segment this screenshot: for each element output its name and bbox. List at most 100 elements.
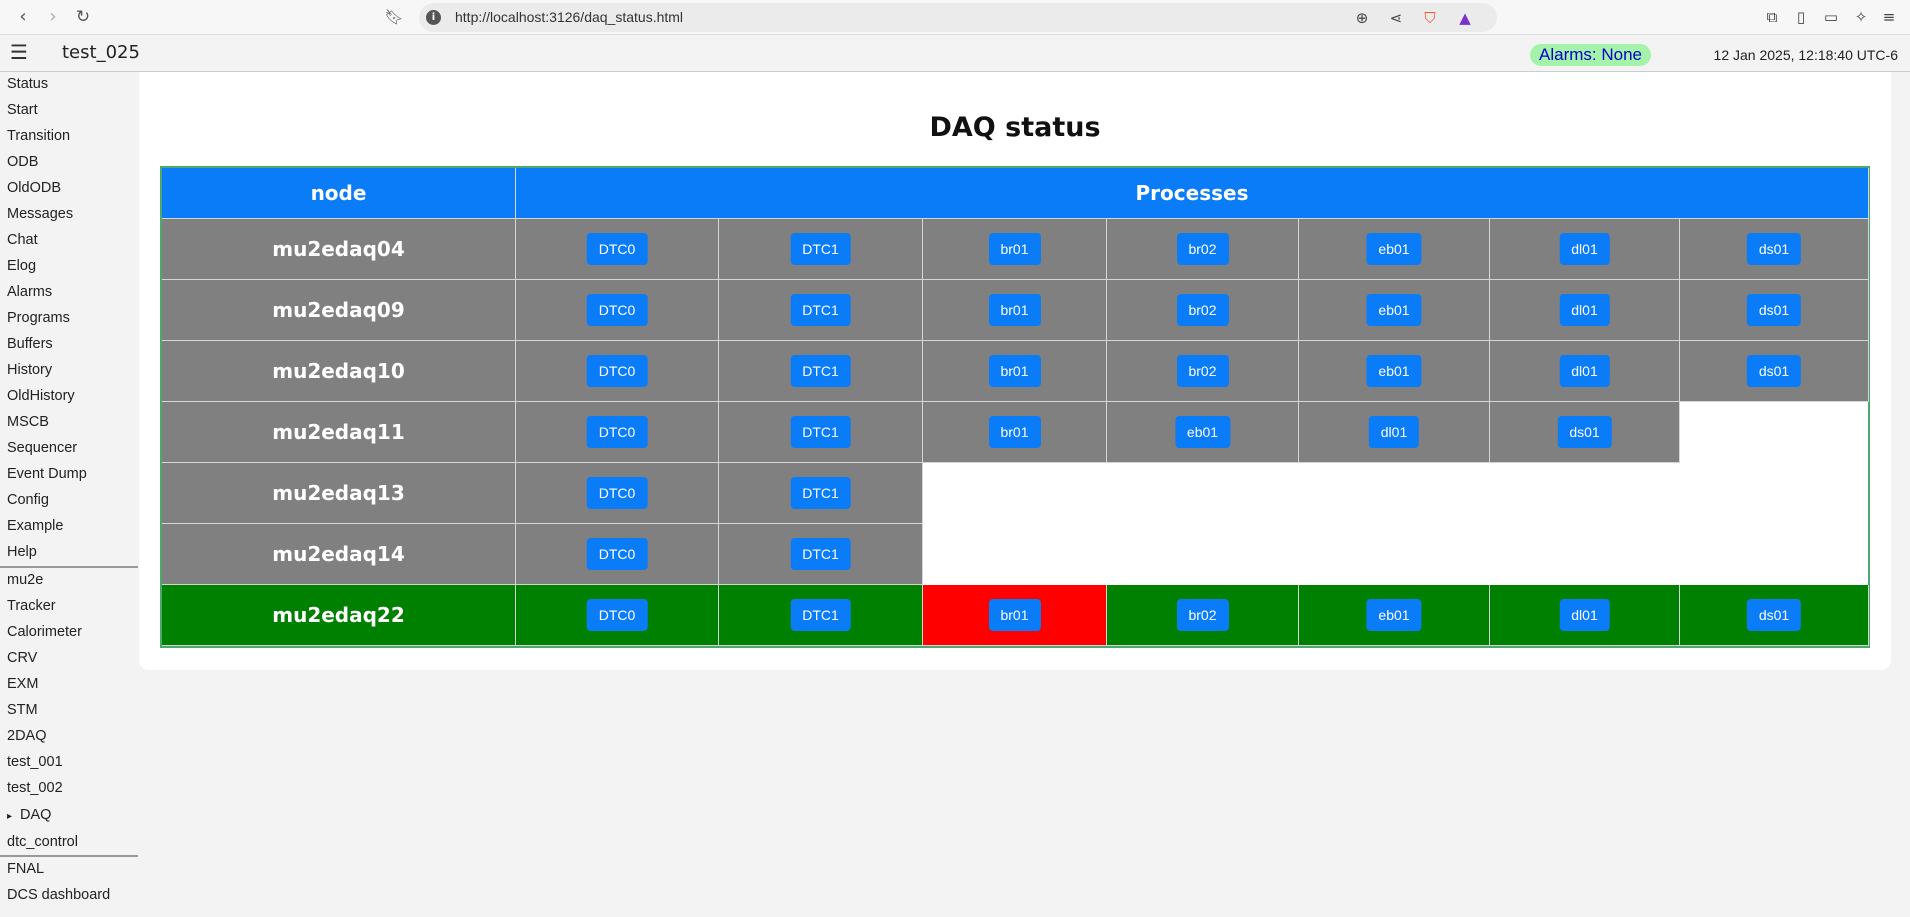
- process-cell: dl01: [1490, 219, 1680, 280]
- share-icon[interactable]: ⋖: [1385, 7, 1407, 29]
- url-text[interactable]: http://localhost:3126/daq_status.html: [455, 9, 683, 25]
- back-icon[interactable]: ‹: [11, 5, 35, 29]
- reload-icon[interactable]: ↻: [71, 5, 95, 29]
- node-cell: mu2edaq09: [162, 280, 516, 341]
- process-button[interactable]: DTC1: [790, 477, 851, 509]
- process-button[interactable]: DTC1: [790, 538, 851, 570]
- process-button[interactable]: DTC1: [790, 599, 851, 631]
- menu-icon[interactable]: ≡: [1878, 6, 1900, 28]
- sidebar-link[interactable]: DCS dashboard: [7, 887, 110, 903]
- process-cell: DTC1: [719, 280, 923, 341]
- process-cell: br02: [1107, 280, 1299, 341]
- sidebar-item[interactable]: Transition: [7, 128, 70, 144]
- address-bar[interactable]: i http://localhost:3126/daq_status.html …: [419, 3, 1497, 32]
- process-button[interactable]: dl01: [1559, 233, 1610, 265]
- process-button[interactable]: dl01: [1368, 416, 1420, 448]
- sidebar-custom-item[interactable]: STM: [7, 702, 38, 718]
- node-cell: mu2edaq10: [162, 341, 516, 402]
- process-button[interactable]: DTC0: [586, 233, 648, 265]
- process-button[interactable]: br02: [1176, 233, 1229, 265]
- hamburger-menu-icon[interactable]: ☰: [10, 41, 28, 63]
- process-button[interactable]: ds01: [1557, 416, 1612, 448]
- clock: 12 Jan 2025, 12:18:40 UTC-6: [1713, 47, 1898, 63]
- process-button[interactable]: eb01: [1366, 599, 1422, 631]
- process-button[interactable]: DTC1: [790, 416, 851, 448]
- sidebar-item[interactable]: Example: [7, 518, 63, 534]
- process-button[interactable]: DTC0: [586, 477, 648, 509]
- sidebar-item[interactable]: ODB: [7, 154, 38, 170]
- process-button[interactable]: ds01: [1746, 233, 1802, 265]
- process-button[interactable]: br01: [988, 355, 1041, 387]
- sidebar-item[interactable]: Elog: [7, 258, 36, 274]
- process-button[interactable]: br02: [1176, 599, 1229, 631]
- sidebar-item-dtc-control[interactable]: dtc_control: [7, 834, 78, 850]
- sidebar-custom-item[interactable]: mu2e: [7, 572, 43, 588]
- process-button[interactable]: br01: [988, 233, 1041, 265]
- process-button[interactable]: ds01: [1746, 355, 1802, 387]
- process-button[interactable]: eb01: [1174, 416, 1231, 448]
- alarms-indicator[interactable]: Alarms: None: [1530, 44, 1651, 66]
- brave-shield-icon[interactable]: ⛉: [1419, 7, 1441, 29]
- zoom-icon[interactable]: ⊕: [1351, 7, 1373, 29]
- header-node: node: [162, 168, 516, 219]
- sidebar-item[interactable]: Programs: [7, 310, 70, 326]
- sidebar-item[interactable]: OldODB: [7, 180, 61, 196]
- sidebar-custom-item[interactable]: CRV: [7, 650, 37, 666]
- process-button[interactable]: DTC1: [790, 294, 851, 326]
- process-cell: DTC1: [719, 219, 923, 280]
- extensions-icon[interactable]: ⧉: [1761, 6, 1783, 28]
- node-cell: mu2edaq22: [162, 585, 516, 646]
- sidebar-item[interactable]: Chat: [7, 232, 38, 248]
- process-button[interactable]: DTC0: [586, 355, 648, 387]
- sidebar-custom-item[interactable]: Calorimeter: [7, 624, 82, 640]
- site-info-icon[interactable]: i: [426, 10, 441, 25]
- sidebar-toggle-icon[interactable]: ▯: [1790, 6, 1812, 28]
- sidebar-item[interactable]: Start: [7, 102, 38, 118]
- process-cell: DTC1: [719, 524, 923, 585]
- process-button[interactable]: dl01: [1559, 599, 1610, 631]
- process-button[interactable]: br02: [1176, 355, 1229, 387]
- wallet-icon[interactable]: ▭: [1820, 6, 1842, 28]
- process-button[interactable]: dl01: [1559, 355, 1610, 387]
- process-button[interactable]: eb01: [1366, 233, 1422, 265]
- sidebar-group-daq[interactable]: ▸ DAQ: [7, 807, 51, 823]
- process-button[interactable]: ds01: [1746, 599, 1802, 631]
- sidebar-item[interactable]: Status: [7, 76, 48, 92]
- sidebar-custom-item[interactable]: test_001: [7, 754, 63, 770]
- sidebar-custom-item[interactable]: EXM: [7, 676, 38, 692]
- sidebar-custom-item[interactable]: 2DAQ: [7, 728, 47, 744]
- leo-ai-icon[interactable]: ✧: [1850, 6, 1872, 28]
- process-button[interactable]: DTC1: [790, 233, 851, 265]
- sidebar-item[interactable]: History: [7, 362, 52, 378]
- process-button[interactable]: DTC0: [586, 599, 648, 631]
- sidebar-item[interactable]: OldHistory: [7, 388, 75, 404]
- process-button[interactable]: eb01: [1366, 355, 1422, 387]
- forward-icon[interactable]: ›: [41, 5, 65, 29]
- process-button[interactable]: DTC0: [586, 538, 648, 570]
- process-button[interactable]: DTC1: [790, 355, 851, 387]
- process-button[interactable]: eb01: [1366, 294, 1422, 326]
- sidebar-item[interactable]: Help: [7, 544, 37, 560]
- sidebar-custom-item[interactable]: Tracker: [7, 598, 56, 614]
- bookmark-icon[interactable]: 🔖︎: [382, 5, 406, 29]
- process-button[interactable]: DTC0: [586, 416, 648, 448]
- expand-triangle-icon[interactable]: ▸: [7, 811, 12, 822]
- process-button[interactable]: br01: [988, 599, 1041, 631]
- sidebar-item[interactable]: Config: [7, 492, 49, 508]
- process-button[interactable]: dl01: [1559, 294, 1610, 326]
- rewards-icon[interactable]: ▲: [1454, 7, 1476, 29]
- sidebar-item[interactable]: Buffers: [7, 336, 53, 352]
- process-button[interactable]: br01: [988, 416, 1041, 448]
- sidebar-custom-item[interactable]: test_002: [7, 780, 63, 796]
- sidebar-link[interactable]: FNAL: [7, 861, 44, 877]
- browser-toolbar: ‹ › ↻ 🔖︎ i http://localhost:3126/daq_sta…: [0, 0, 1910, 35]
- sidebar-item[interactable]: Messages: [7, 206, 73, 222]
- sidebar-item[interactable]: Event Dump: [7, 466, 87, 482]
- process-button[interactable]: ds01: [1746, 294, 1802, 326]
- process-button[interactable]: DTC0: [586, 294, 648, 326]
- sidebar-item[interactable]: Alarms: [7, 284, 52, 300]
- sidebar-item[interactable]: Sequencer: [7, 440, 77, 456]
- process-button[interactable]: br01: [988, 294, 1041, 326]
- sidebar-item[interactable]: MSCB: [7, 414, 49, 430]
- process-button[interactable]: br02: [1176, 294, 1229, 326]
